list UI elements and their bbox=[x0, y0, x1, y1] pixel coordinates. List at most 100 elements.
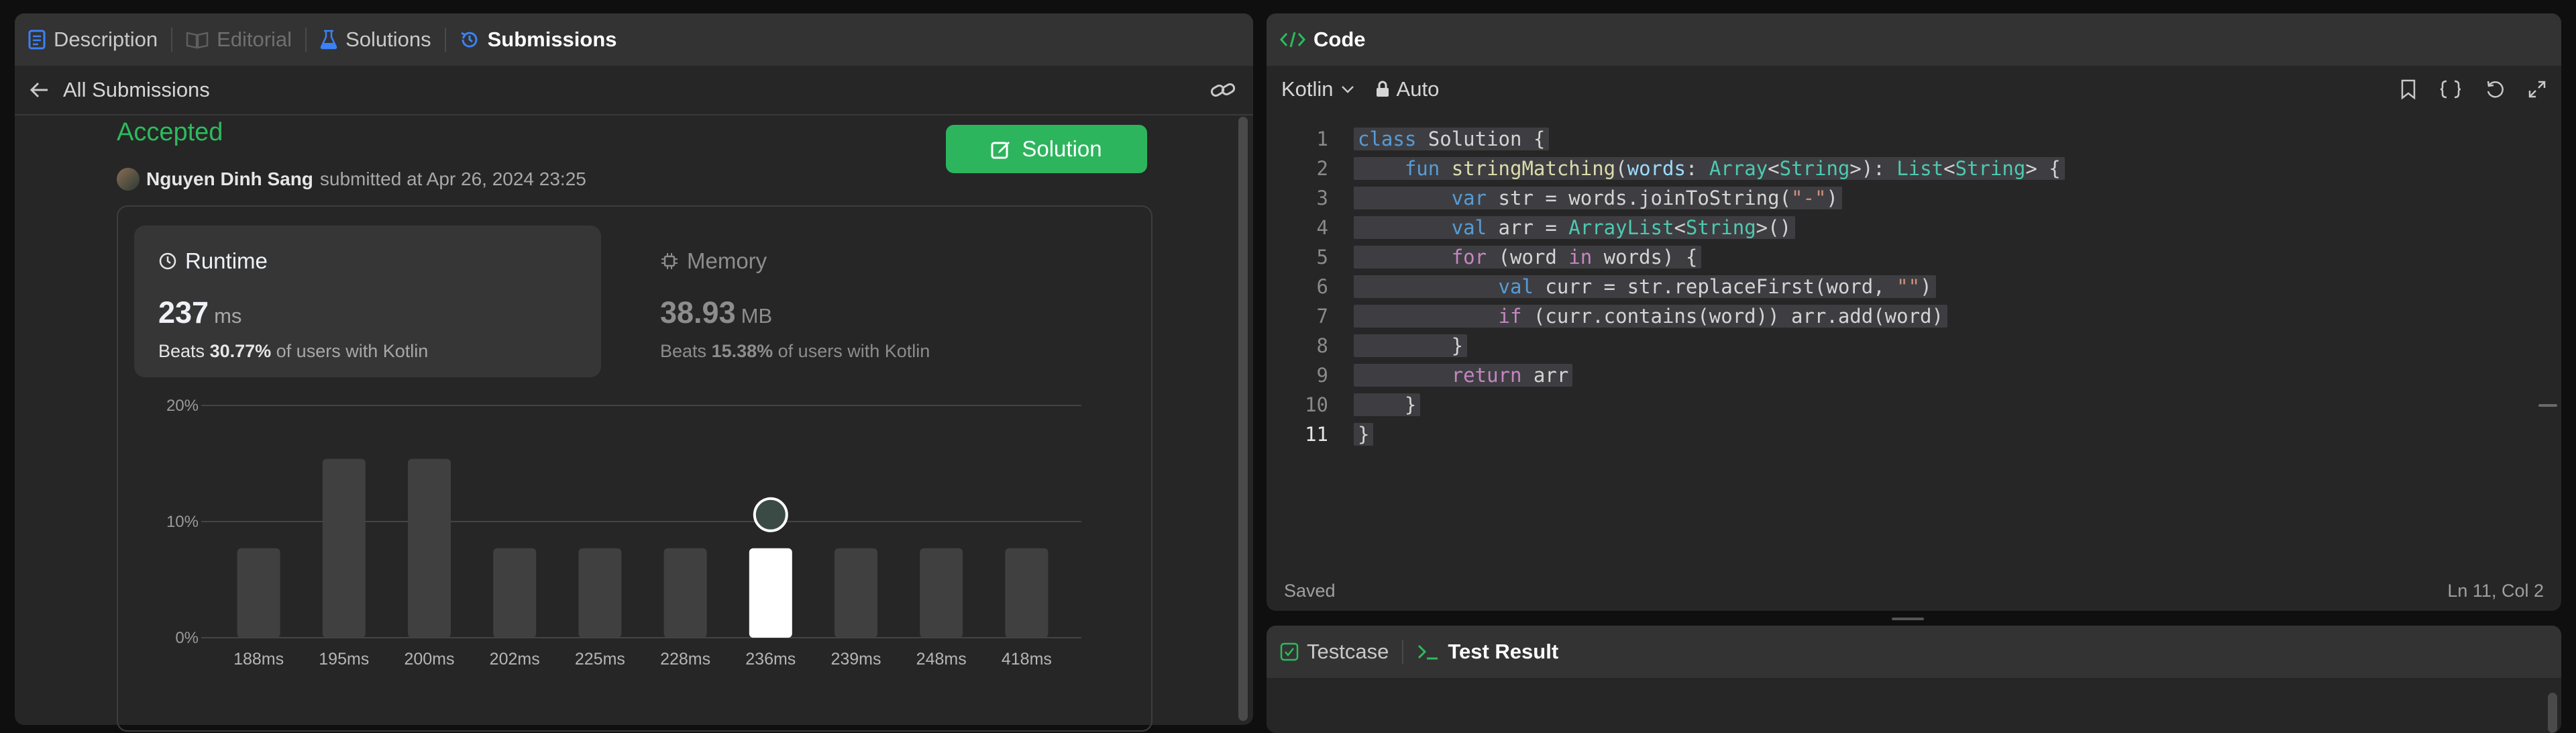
language-select[interactable]: Kotlin bbox=[1281, 77, 1355, 101]
runtime-card[interactable]: Runtime 237 ms Beats 30.77% of users with… bbox=[134, 226, 601, 377]
code-line[interactable]: 10 } bbox=[1267, 393, 2561, 423]
x-tick-label: 248ms bbox=[916, 650, 967, 669]
cursor-position: Ln 11, Col 2 bbox=[2447, 580, 2544, 601]
code-line[interactable]: 1 class Solution { bbox=[1267, 128, 2561, 157]
braces-icon[interactable] bbox=[2439, 79, 2462, 99]
code-tab-label: Code bbox=[1313, 28, 1366, 51]
runtime-beats-pct: 30.77% bbox=[209, 341, 272, 361]
y-tick-label: 10% bbox=[166, 513, 199, 531]
editor-scroll-marker[interactable] bbox=[2538, 404, 2557, 407]
code-token: } bbox=[1358, 423, 1370, 446]
code-line[interactable]: 4 val arr = ArrayList<String>() bbox=[1267, 216, 2561, 246]
line-number: 8 bbox=[1316, 334, 1328, 357]
code-line[interactable]: 2 fun stringMatching(words: Array<String… bbox=[1267, 157, 2561, 187]
code-token: stringMatching bbox=[1451, 157, 1616, 180]
submitted-at: submitted at Apr 26, 2024 23:25 bbox=[319, 168, 586, 189]
runtime-beats: Beats 30.77% of users with Kotlin bbox=[158, 341, 428, 362]
memory-value: 38.93 bbox=[660, 295, 736, 330]
code-line[interactable]: 9 return arr bbox=[1267, 364, 2561, 393]
expand-icon[interactable] bbox=[2528, 80, 2546, 99]
line-code: for (word in words) { bbox=[1354, 246, 1702, 268]
code-token: < bbox=[1674, 216, 1686, 239]
line-number: 3 bbox=[1316, 187, 1328, 209]
tab-label: Description bbox=[54, 28, 158, 51]
code-token: < bbox=[1768, 157, 1780, 180]
chart-bar[interactable] bbox=[493, 548, 537, 638]
horizontal-resize-handle[interactable] bbox=[1892, 618, 1924, 620]
code-line[interactable]: 11} bbox=[1267, 423, 2561, 452]
code-token: words bbox=[1627, 157, 1686, 180]
chart-bar[interactable] bbox=[408, 458, 451, 638]
line-number: 9 bbox=[1316, 364, 1328, 387]
reset-icon[interactable] bbox=[2485, 79, 2505, 99]
code-token: ) bbox=[1826, 187, 1838, 209]
line-code: } bbox=[1354, 334, 1468, 357]
chart-bar[interactable] bbox=[578, 548, 622, 638]
submitter-name[interactable]: Nguyen Dinh Sang bbox=[146, 168, 313, 190]
test-scrollbar[interactable] bbox=[2548, 693, 2557, 733]
all-submissions-link[interactable]: All Submissions bbox=[63, 78, 210, 102]
chart-bar[interactable] bbox=[663, 548, 707, 638]
code-line[interactable]: 8 } bbox=[1267, 334, 2561, 364]
chart-bar[interactable] bbox=[237, 548, 280, 638]
memory-title: Memory bbox=[687, 248, 767, 273]
memory-value-row: 38.93 MB bbox=[660, 295, 772, 330]
code-token: } bbox=[1358, 393, 1417, 416]
code-token: Array bbox=[1709, 157, 1768, 180]
memory-beats: Beats 15.38% of users with Kotlin bbox=[660, 341, 930, 362]
link-icon[interactable] bbox=[1210, 80, 1236, 100]
chart-bar[interactable] bbox=[920, 548, 963, 638]
left-scrollbar[interactable] bbox=[1238, 117, 1248, 721]
x-tick-label: 418ms bbox=[1002, 650, 1052, 669]
runtime-title: Runtime bbox=[185, 248, 268, 273]
line-code: return arr bbox=[1354, 364, 1573, 387]
chart-bar[interactable] bbox=[749, 548, 792, 638]
bookmark-icon[interactable] bbox=[2400, 79, 2416, 99]
tab-label: Editorial bbox=[217, 28, 292, 51]
code-token: >): bbox=[1849, 157, 1897, 180]
arrow-left-icon[interactable] bbox=[30, 81, 50, 99]
solution-button-label: Solution bbox=[1022, 136, 1102, 161]
tab-code[interactable]: Code bbox=[1267, 13, 1379, 66]
code-token: (word bbox=[1487, 246, 1569, 268]
code-tabbar: Code bbox=[1267, 13, 2561, 66]
terminal-icon bbox=[1417, 642, 1440, 661]
code-token: str = words.joinToString( bbox=[1487, 187, 1792, 209]
tab-test-result[interactable]: Test Result bbox=[1403, 626, 1572, 678]
panel-resize-handle[interactable] bbox=[1253, 13, 1267, 707]
left-tabbar: Description Editorial Solutions Submissi… bbox=[15, 13, 1253, 66]
tab-label: Test Result bbox=[1448, 640, 1559, 663]
memory-unit: MB bbox=[741, 304, 773, 328]
code-token: : bbox=[1685, 157, 1709, 180]
code-token: >() bbox=[1756, 216, 1792, 239]
tab-submissions[interactable]: Submissions bbox=[446, 13, 631, 66]
x-tick-label: 236ms bbox=[745, 650, 796, 669]
auto-mode[interactable]: Auto bbox=[1375, 77, 1439, 101]
tab-solutions[interactable]: Solutions bbox=[307, 13, 445, 66]
tab-description[interactable]: Description bbox=[15, 13, 171, 66]
code-token: if bbox=[1498, 305, 1522, 328]
tab-editorial[interactable]: Editorial bbox=[172, 13, 305, 66]
memory-card[interactable]: Memory 38.93 MB Beats 15.38% of users wit… bbox=[636, 226, 1092, 377]
tab-testcase[interactable]: Testcase bbox=[1267, 626, 1402, 678]
solution-button[interactable]: Solution bbox=[946, 125, 1147, 173]
code-token: "" bbox=[1896, 275, 1921, 298]
code-token: return bbox=[1451, 364, 1522, 387]
submission-subbar: All Submissions bbox=[15, 66, 1253, 115]
chart-bar[interactable] bbox=[835, 548, 877, 638]
chart-bar[interactable] bbox=[1005, 548, 1049, 638]
code-line[interactable]: 7 if (curr.contains(word)) arr.add(word) bbox=[1267, 305, 2561, 334]
code-line[interactable]: 3 var str = words.joinToString("-") bbox=[1267, 187, 2561, 216]
code-line[interactable]: 6 val curr = str.replaceFirst(word, "") bbox=[1267, 275, 2561, 305]
code-token: in bbox=[1568, 246, 1593, 268]
chart-bar[interactable] bbox=[322, 458, 366, 638]
code-line[interactable]: 5 for (word in words) { bbox=[1267, 246, 2561, 275]
x-tick-label: 195ms bbox=[319, 650, 369, 669]
code-token: ) bbox=[1920, 275, 1932, 298]
book-icon bbox=[186, 30, 209, 49]
memory-beats-suffix: of users with Kotlin bbox=[777, 341, 930, 361]
avatar[interactable] bbox=[117, 168, 140, 191]
